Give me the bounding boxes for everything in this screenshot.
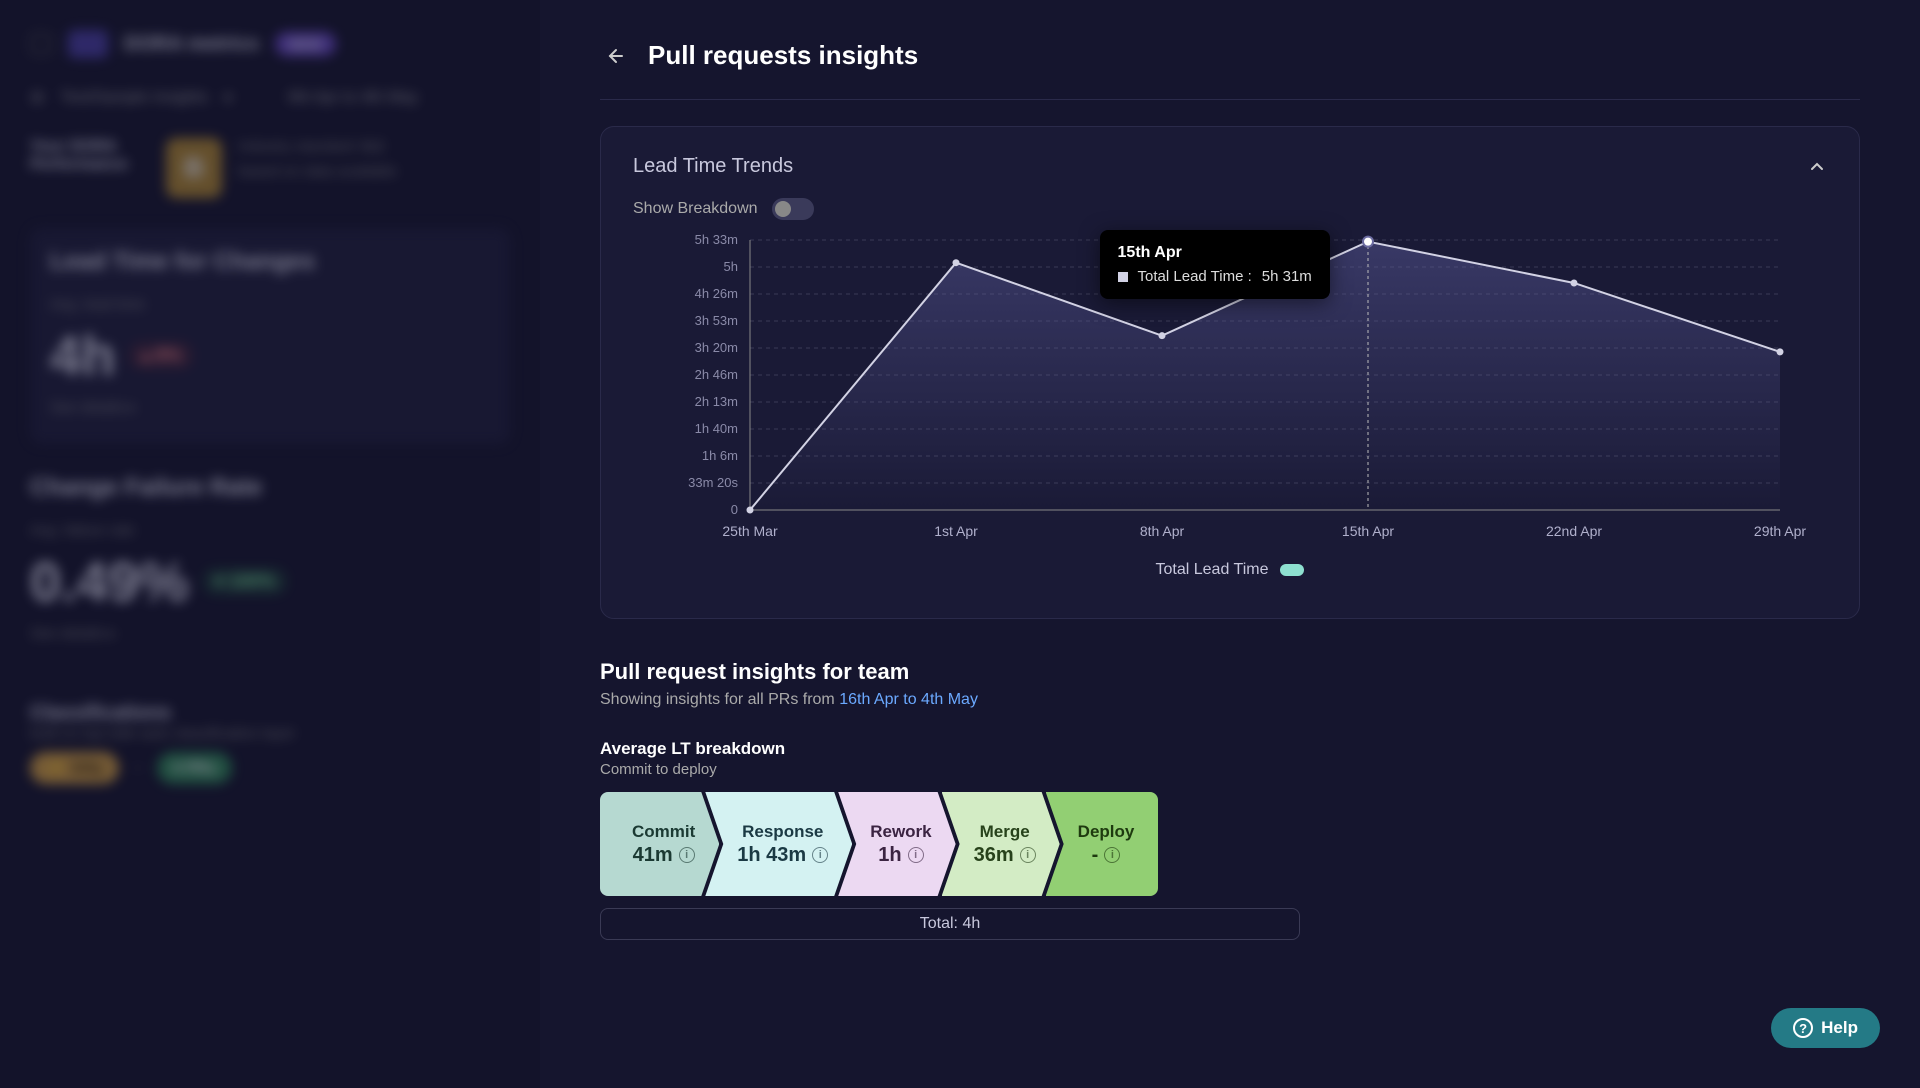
insights-panel: Pull requests insights Lead Time Trends … (540, 0, 1920, 1088)
svg-text:1h 6m: 1h 6m (702, 448, 738, 463)
svg-text:4h 26m: 4h 26m (695, 286, 738, 301)
svg-text:15th Apr: 15th Apr (1342, 523, 1394, 539)
svg-text:3h 53m: 3h 53m (695, 313, 738, 328)
legend-label: Total Lead Time (1156, 561, 1269, 579)
help-icon: ? (1793, 1018, 1813, 1038)
lt-title: Average LT breakdown (600, 739, 1860, 759)
info-icon[interactable]: i (1020, 847, 1036, 863)
svg-text:29th Apr: 29th Apr (1754, 523, 1806, 539)
lead-time-trends-card: Lead Time Trends Show Breakdown (600, 126, 1860, 619)
svg-text:2h 46m: 2h 46m (695, 367, 738, 382)
info-icon[interactable]: i (679, 847, 695, 863)
svg-text:5h 33m: 5h 33m (695, 232, 738, 247)
svg-text:0: 0 (731, 502, 738, 517)
breakdown-toggle[interactable] (772, 198, 814, 220)
background-dashboard: DORA metrics NEW ⚙Test/Sample Insights▾ … (0, 0, 540, 1088)
seg-response[interactable]: Response 1h 43mi (705, 792, 852, 896)
chart-legend: Total Lead Time (633, 561, 1827, 579)
collapse-button[interactable] (1807, 157, 1827, 177)
insights-section-header: Pull request insights for team Showing i… (600, 659, 1860, 709)
lt-subtitle: Commit to deploy (600, 761, 1860, 778)
svg-text:1st Apr: 1st Apr (934, 523, 978, 539)
seg-commit[interactable]: Commit 41mi (600, 792, 719, 896)
svg-text:22nd Apr: 22nd Apr (1546, 523, 1602, 539)
lt-total: Total: 4h (600, 908, 1300, 940)
tooltip-value: 5h 31m (1262, 268, 1312, 285)
panel-title: Pull requests insights (648, 40, 918, 71)
svg-text:8th Apr: 8th Apr (1140, 523, 1185, 539)
section-title: Pull request insights for team (600, 659, 1860, 685)
svg-text:33m 20s: 33m 20s (688, 475, 738, 490)
seg-rework[interactable]: Rework 1hi (838, 792, 955, 896)
svg-text:5h: 5h (724, 259, 738, 274)
tooltip-label: Total Lead Time : (1138, 268, 1252, 285)
seg-deploy[interactable]: Deploy -i (1046, 792, 1159, 896)
tooltip-date: 15th Apr (1118, 244, 1312, 262)
svg-text:3h 20m: 3h 20m (695, 340, 738, 355)
chevron-up-icon (1809, 159, 1825, 175)
panel-header: Pull requests insights (600, 40, 1860, 100)
card-title: Lead Time Trends (633, 155, 793, 178)
chart-tooltip: 15th Apr Total Lead Time : 5h 31m (1100, 230, 1330, 299)
info-icon[interactable]: i (812, 847, 828, 863)
legend-swatch (1280, 564, 1304, 576)
svg-text:2h 13m: 2h 13m (695, 394, 738, 409)
lt-breakdown-block: Average LT breakdown Commit to deploy Co… (600, 739, 1860, 940)
help-button[interactable]: ? Help (1771, 1008, 1880, 1048)
help-label: Help (1821, 1018, 1858, 1038)
seg-merge[interactable]: Merge 36mi (942, 792, 1060, 896)
info-icon[interactable]: i (1104, 847, 1120, 863)
lt-flow: Commit 41mi Response 1h 43mi Rework 1hi … (600, 792, 1860, 896)
breakdown-toggle-label: Show Breakdown (633, 200, 758, 218)
info-icon[interactable]: i (908, 847, 924, 863)
tooltip-series-swatch (1118, 272, 1128, 282)
lead-time-chart[interactable]: 0 33m 20s 1h 6m 1h 40m 2h 13m 2h 46m 3h 20m 3h … (633, 230, 1827, 590)
svg-text:25th Mar: 25th Mar (722, 523, 778, 539)
arrow-left-icon (602, 44, 626, 68)
back-button[interactable] (600, 42, 628, 70)
svg-text:1h 40m: 1h 40m (695, 421, 738, 436)
date-range-link[interactable]: 16th Apr to 4th May (839, 691, 978, 708)
section-description: Showing insights for all PRs from 16th A… (600, 691, 1860, 709)
